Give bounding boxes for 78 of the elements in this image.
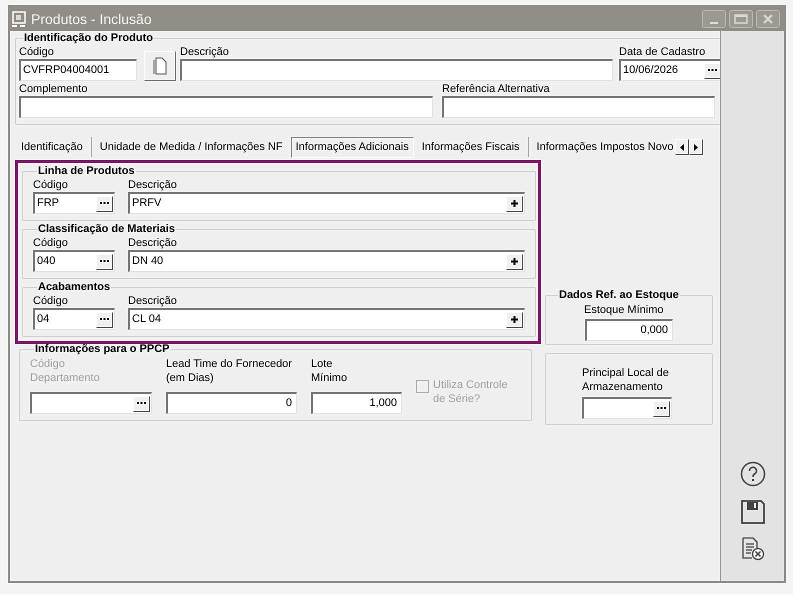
field-label: Código <box>33 178 69 192</box>
tab[interactable]: Unidade de Medida / Informações NF <box>96 136 287 158</box>
field-label: Código <box>19 45 55 59</box>
field-label: Código Departamento <box>30 357 101 385</box>
tab[interactable]: Informações Impostos Novo <box>532 136 678 158</box>
field-label: Utiliza Controle de Série? <box>433 378 508 406</box>
ellipsis-icon <box>657 407 666 410</box>
field-label: Descrição <box>128 178 178 192</box>
app-icon <box>12 11 26 27</box>
field-label: Referência Alternativa <box>442 82 551 96</box>
add-button[interactable] <box>506 312 523 328</box>
browse-button[interactable] <box>96 312 113 328</box>
field-label: Complemento <box>19 82 88 96</box>
help-button[interactable] <box>740 461 766 487</box>
tab[interactable]: Informações Adicionais <box>290 136 414 158</box>
field-label: Descrição <box>128 236 178 250</box>
description-field[interactable] <box>180 59 613 81</box>
scroll-right-button[interactable] <box>689 139 704 155</box>
group-title: Identificação do Produto <box>23 32 154 45</box>
field-label: Principal Local de Armazenamento <box>582 366 670 394</box>
browse-button[interactable] <box>704 62 721 78</box>
window-title: Produtos - Inclusão <box>31 10 152 28</box>
minimize-icon <box>710 22 718 24</box>
right-arrow-icon <box>694 144 698 150</box>
scroll-left-button[interactable] <box>675 139 690 155</box>
browse-button[interactable] <box>96 196 113 212</box>
copy-icon <box>153 57 167 75</box>
group-title: Informações para o PPCP <box>34 343 170 356</box>
code-field[interactable]: 040 <box>33 250 115 272</box>
browse-button[interactable] <box>133 396 150 412</box>
ellipsis-icon <box>137 402 146 405</box>
code-field[interactable]: 04 <box>33 308 115 330</box>
complement-field[interactable] <box>19 96 433 118</box>
field-label: Estoque Mínimo <box>584 303 664 317</box>
group-title: Acabamentos <box>37 281 112 294</box>
add-button[interactable] <box>506 196 523 212</box>
document-cancel-icon <box>740 537 764 561</box>
group-title: Dados Ref. ao Estoque <box>558 289 680 302</box>
field-label: Código <box>33 236 69 250</box>
tab[interactable]: Informações Fiscais <box>418 136 524 158</box>
storage-location-field[interactable] <box>582 397 672 419</box>
field-label: Descrição <box>128 294 178 308</box>
tab[interactable]: Identificação <box>17 136 87 158</box>
description-field[interactable]: PRFV <box>128 192 525 214</box>
ellipsis-icon <box>708 69 717 72</box>
copy-button[interactable] <box>144 51 176 81</box>
help-icon <box>740 461 766 487</box>
save-button[interactable] <box>740 500 764 524</box>
plus-icon <box>511 258 518 265</box>
ellipsis-icon <box>100 318 109 321</box>
maximize-icon <box>734 14 748 24</box>
description-field[interactable]: CL 04 <box>128 308 525 330</box>
cancel-button[interactable] <box>740 537 764 561</box>
minimum-stock-field[interactable]: 0,000 <box>585 319 673 341</box>
code-field[interactable]: FRP <box>33 192 115 214</box>
browse-button[interactable] <box>653 400 670 416</box>
field-label: Lead Time do Fornecedor (em Dias) <box>166 357 293 385</box>
minimum-lot-field[interactable]: 1,000 <box>311 392 402 414</box>
department-field[interactable] <box>30 392 152 414</box>
close-icon <box>763 14 773 24</box>
field-label: Data de Cadastro <box>619 45 706 59</box>
field-label: Lote Mínimo <box>311 357 348 385</box>
code-field[interactable]: CVFRP04004001 <box>19 59 137 81</box>
plus-icon <box>511 200 518 207</box>
field-label: Código <box>33 294 69 308</box>
plus-icon <box>511 316 518 323</box>
left-arrow-icon <box>680 144 684 150</box>
add-button[interactable] <box>506 254 523 270</box>
ellipsis-icon <box>100 202 109 205</box>
browse-button[interactable] <box>96 254 113 270</box>
field-label: Descrição <box>180 45 230 59</box>
ellipsis-icon <box>100 260 109 263</box>
description-field[interactable]: DN 40 <box>128 250 525 272</box>
lead-time-field[interactable]: 0 <box>166 392 297 414</box>
reference-field[interactable] <box>442 96 715 118</box>
group-title: Classificação de Materiais <box>37 223 176 236</box>
date-field[interactable]: 10/06/2026 <box>619 59 723 81</box>
group-title: Linha de Produtos <box>37 165 136 178</box>
